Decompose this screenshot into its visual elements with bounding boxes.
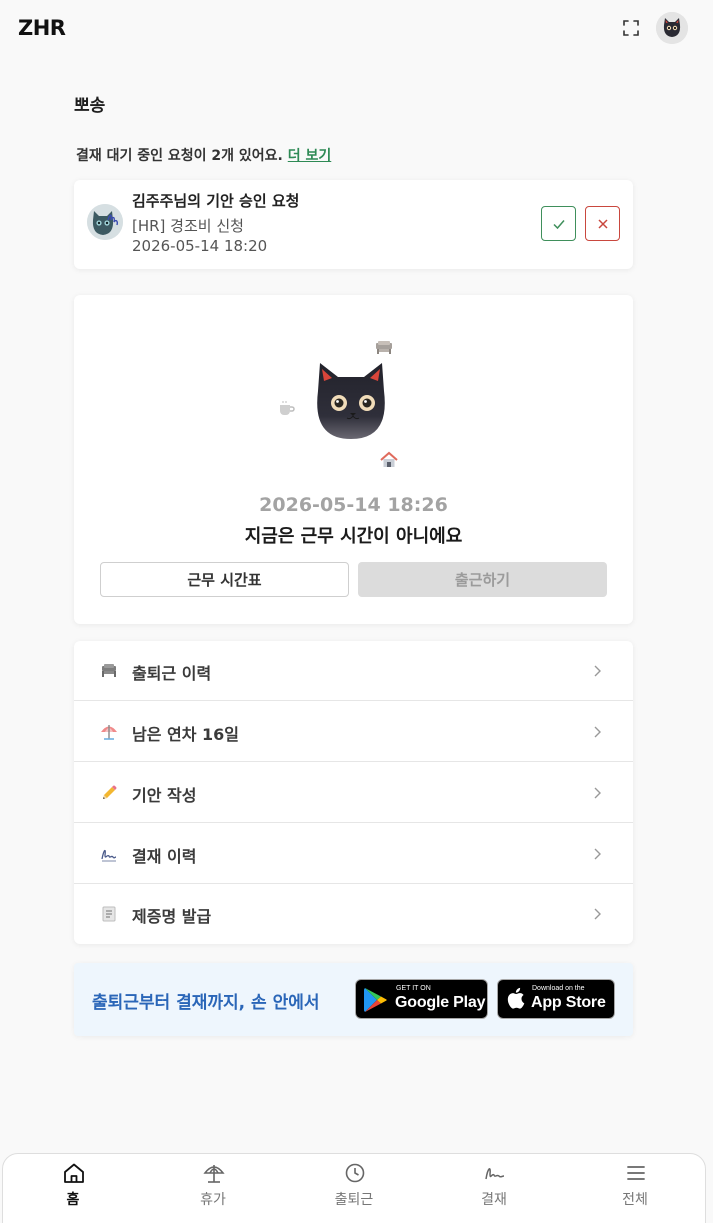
nav-item-approval[interactable]: 결재 xyxy=(434,1154,554,1223)
work-status-card: 2026-05-14 18:26 지금은 근무 시간이 아니에요 근무 시간표 … xyxy=(74,295,633,624)
nav-item-home[interactable]: 홈 xyxy=(13,1154,133,1223)
approval-datetime: 2026-05-14 18:20 xyxy=(132,237,268,255)
chevron-right-icon xyxy=(594,848,601,860)
more-link[interactable]: 더 보기 xyxy=(288,148,332,164)
nav-item-attendance[interactable]: 출퇴근 xyxy=(294,1154,414,1223)
umbrella-icon xyxy=(203,1165,225,1183)
profile-avatar[interactable] xyxy=(656,12,688,44)
nav-label: 출퇴근 xyxy=(334,1192,374,1208)
app-download-banner: 출퇴근부터 결재까지, 손 안에서 GET IT ON Google Play … xyxy=(74,963,633,1036)
cat-face xyxy=(317,363,385,439)
check-in-button[interactable]: 출근하기 xyxy=(358,562,607,597)
coffee-icon xyxy=(280,401,295,415)
nav-item-vacation[interactable]: 휴가 xyxy=(153,1154,273,1223)
menu-item-draft-document[interactable]: 기안 작성 xyxy=(74,763,633,823)
apple-icon xyxy=(507,987,525,1009)
signature-icon xyxy=(101,849,117,862)
nav-label: 결재 xyxy=(481,1192,507,1208)
approve-button[interactable] xyxy=(541,206,576,241)
clock-icon xyxy=(345,1163,365,1183)
reject-button[interactable] xyxy=(585,206,620,241)
menu-item-certificate-issue[interactable]: 제증명 발급 xyxy=(74,884,633,944)
menu-item-attendance-history[interactable]: 출퇴근 이력 xyxy=(74,641,633,701)
google-play-badge[interactable]: GET IT ON Google Play xyxy=(355,979,488,1019)
menu-label: 결재 이력 xyxy=(132,847,197,866)
chevron-right-icon xyxy=(594,726,601,738)
nav-label: 홈 xyxy=(66,1192,80,1208)
app-store-small-text: Download on the xyxy=(532,985,585,992)
google-play-big-text: Google Play xyxy=(395,994,486,1011)
desk-icon xyxy=(376,341,392,354)
cat-illustration xyxy=(280,341,398,467)
top-bar: ZHR xyxy=(0,0,713,56)
app-logo[interactable]: ZHR xyxy=(18,16,66,40)
approval-title: 김주주님의 기안 승인 요청 xyxy=(132,192,300,210)
bottom-navigation: 홈 휴가 출퇴근 결재 전체 xyxy=(2,1153,706,1223)
google-play-small-text: GET IT ON xyxy=(396,985,431,992)
chevron-right-icon xyxy=(594,908,601,920)
check-icon xyxy=(552,219,565,229)
menu-item-annual-leave[interactable]: 남은 연차 16일 xyxy=(74,702,633,762)
chevron-right-icon xyxy=(594,665,601,677)
nav-label: 전체 xyxy=(622,1192,648,1208)
nav-item-all[interactable]: 전체 xyxy=(575,1154,695,1223)
approval-request-card[interactable]: 김주주님의 기안 승인 요청 [HR] 경조비 신청 2026-05-14 18… xyxy=(74,180,633,269)
parasol-icon xyxy=(101,725,117,740)
app-store-badge[interactable]: Download on the App Store xyxy=(497,979,615,1019)
signature-icon xyxy=(485,1168,505,1180)
menu-label: 기안 작성 xyxy=(132,786,197,805)
fullscreen-icon[interactable] xyxy=(621,18,641,38)
chevron-right-icon xyxy=(594,787,601,799)
current-datetime: 2026-05-14 18:26 xyxy=(259,494,448,516)
app-store-big-text: App Store xyxy=(531,994,606,1011)
menu-label: 제증명 발급 xyxy=(132,907,212,926)
desk-icon xyxy=(102,664,116,677)
nav-label: 휴가 xyxy=(200,1192,226,1208)
work-schedule-button[interactable]: 근무 시간표 xyxy=(100,562,349,597)
pencil-icon xyxy=(103,785,117,799)
quick-menu: 출퇴근 이력 남은 연차 16일 기안 작성 결재 이력 제증명 발급 xyxy=(74,641,633,944)
promo-text: 출퇴근부터 결재까지, 손 안에서 xyxy=(92,993,320,1013)
menu-icon xyxy=(627,1166,645,1180)
document-icon xyxy=(102,906,116,922)
work-status-message: 지금은 근무 시간이 아니에요 xyxy=(244,526,463,547)
pending-notice: 결재 대기 중인 요청이 2개 있어요. 더 보기 xyxy=(76,145,331,165)
pending-text: 결재 대기 중인 요청이 2개 있어요. xyxy=(76,148,283,164)
user-name: 뽀송 xyxy=(74,96,106,116)
requester-avatar xyxy=(87,204,123,240)
close-icon xyxy=(597,218,608,229)
menu-label: 출퇴근 이력 xyxy=(132,664,212,683)
house-icon xyxy=(380,451,398,467)
menu-label: 남은 연차 16일 xyxy=(132,725,240,744)
google-play-icon xyxy=(364,988,387,1012)
home-icon xyxy=(64,1163,84,1183)
approval-subject: [HR] 경조비 신청 xyxy=(132,217,244,235)
menu-item-approval-history[interactable]: 결재 이력 xyxy=(74,824,633,884)
